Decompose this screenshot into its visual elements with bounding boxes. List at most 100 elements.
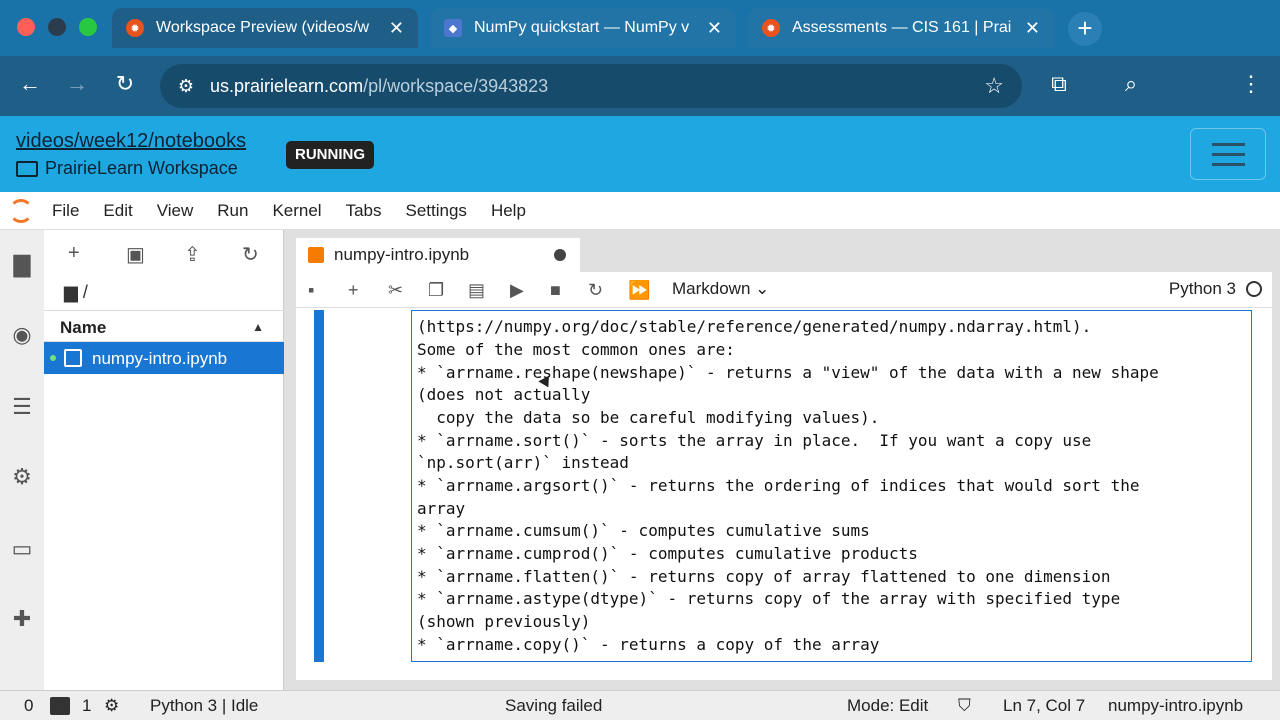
folder-icon[interactable]: ▇ <box>10 252 34 277</box>
back-icon[interactable]: ← <box>15 71 45 97</box>
numpy-favicon-icon: ◆ <box>444 19 462 37</box>
address-bar[interactable]: ⚙ us.prairielearn.com/pl/workspace/39438… <box>160 64 1022 108</box>
maximize-window-button[interactable] <box>79 18 97 36</box>
reload-icon[interactable]: ↻ <box>110 71 140 97</box>
cut-icon[interactable]: ✂ <box>388 280 403 301</box>
running-indicator <box>50 355 56 361</box>
insert-cell-icon[interactable]: + <box>348 280 359 301</box>
close-tab-icon[interactable]: ✕ <box>389 18 404 39</box>
bookmark-star-icon[interactable]: ☆ <box>984 73 1004 99</box>
status-badge: RUNNING <box>286 141 374 169</box>
run-all-icon[interactable]: ⏩ <box>628 280 650 301</box>
code-line: * `arrname.astype(dtype)` - returns copy… <box>417 589 1121 608</box>
code-line: * `arrname.copy()` - returns a copy of t… <box>417 635 880 654</box>
menu-help[interactable]: Help <box>491 201 526 221</box>
save-icon[interactable]: ▪ <box>308 280 314 301</box>
new-folder-icon[interactable]: ▣ <box>126 242 145 267</box>
tabs-panel-icon[interactable]: ▭ <box>10 536 34 561</box>
code-line: * `arrname.argsort()` - returns the orde… <box>417 476 1140 495</box>
forward-icon[interactable]: → <box>62 71 92 97</box>
menu-edit[interactable]: Edit <box>103 201 132 221</box>
chevron-down-icon: ⌄ <box>755 279 770 298</box>
refresh-icon[interactable]: ↻ <box>242 242 259 267</box>
hamburger-menu-button[interactable] <box>1190 128 1266 180</box>
running-kernels-icon[interactable]: ◉ <box>10 322 34 347</box>
terminal-icon <box>50 697 70 715</box>
new-tab-button[interactable]: + <box>1068 12 1102 46</box>
browser-menu-icon[interactable]: ⋮ <box>1236 71 1266 97</box>
menu-settings[interactable]: Settings <box>406 201 467 221</box>
kernel-status-icon <box>1246 281 1262 297</box>
extensions-puzzle-icon[interactable]: ✚ <box>10 606 34 631</box>
name-column-header[interactable]: Name <box>60 318 106 338</box>
cast-search-icon[interactable]: ⌕ <box>1116 71 1146 97</box>
kernel-status[interactable]: Python 3 | Idle <box>150 696 258 716</box>
menu-file[interactable]: File <box>52 201 79 221</box>
site-settings-icon[interactable]: ⚙ <box>172 76 200 97</box>
new-launcher-icon[interactable]: + <box>68 242 80 265</box>
code-line: * `arrname.cumsum()` - computes cumulati… <box>417 521 870 540</box>
terminal-count[interactable]: 0 <box>24 696 33 716</box>
activity-sidebar: ▇ ◉ ☰ ⚙ ▭ ✚ <box>0 230 44 690</box>
breadcrumb[interactable]: ▆ / <box>64 282 88 303</box>
stop-icon[interactable]: ■ <box>550 280 561 301</box>
workspace-subtitle-text: PrairieLearn Workspace <box>45 158 238 178</box>
cursor-position[interactable]: Ln 7, Col 7 <box>1003 696 1085 716</box>
extensions-icon[interactable]: ⧉ <box>1044 71 1074 97</box>
cell-type-select[interactable]: Markdown ⌄ <box>672 279 769 299</box>
workspace-breadcrumb[interactable]: videos/week12/notebooks <box>16 130 246 153</box>
prairielearn-favicon-icon: ✹ <box>126 19 144 37</box>
property-inspector-icon[interactable]: ⚙ <box>10 464 34 489</box>
prairielearn-header: videos/week12/notebooks PrairieLearn Wor… <box>0 116 1280 192</box>
notebook-toolbar: ▪ + ✂ ❐ ▤ ▶ ■ ↻ ⏩ Markdown ⌄ Python 3 <box>296 272 1272 308</box>
file-browser: + ▣ ⇪ ↻ ▆ / Name ▲ numpy-intro.ipynb <box>44 230 284 690</box>
close-window-button[interactable] <box>17 18 35 36</box>
copy-icon[interactable]: ❐ <box>428 280 444 301</box>
run-icon[interactable]: ▶ <box>510 280 524 301</box>
browser-tab-strip: ✹ Workspace Preview (videos/w ✕ ◆ NumPy … <box>0 0 1280 56</box>
workspace-subtitle: PrairieLearn Workspace <box>16 158 238 179</box>
tab-notebook[interactable]: numpy-intro.ipynb <box>296 238 580 272</box>
markdown-cell-editor[interactable]: (https://numpy.org/doc/stable/reference/… <box>411 310 1252 662</box>
table-of-contents-icon[interactable]: ☰ <box>10 394 34 419</box>
close-tab-icon[interactable]: ✕ <box>1025 18 1040 39</box>
file-list-header[interactable]: Name ▲ <box>44 310 284 342</box>
menu-kernel[interactable]: Kernel <box>272 201 321 221</box>
code-line: (https://numpy.org/doc/stable/reference/… <box>417 317 1092 336</box>
list-item[interactable]: numpy-intro.ipynb <box>44 342 284 374</box>
jupyter-logo-icon <box>9 198 33 223</box>
workspace-icon <box>16 160 38 177</box>
tab-title: Workspace Preview (videos/w <box>156 19 370 36</box>
tab-title: Assessments — CIS 161 | Prai <box>792 19 1012 36</box>
upload-icon[interactable]: ⇪ <box>184 242 201 267</box>
current-file: numpy-intro.ipynb <box>1108 696 1244 715</box>
menu-view[interactable]: View <box>157 201 194 221</box>
sort-caret-icon: ▲ <box>252 320 264 334</box>
close-tab-icon[interactable]: ✕ <box>707 18 722 39</box>
browser-tab-numpy[interactable]: ◆ NumPy quickstart — NumPy v ✕ <box>430 8 736 48</box>
menu-tabs[interactable]: Tabs <box>346 201 382 221</box>
code-line: * `arrname.reshape(newshape)` - returns … <box>417 363 1159 382</box>
kernel-indicator[interactable]: Python 3 <box>1169 279 1262 299</box>
code-line: * `arrname.cumprod()` - computes cumulat… <box>417 544 918 563</box>
code-line: Some of the most common ones are: <box>417 340 735 359</box>
browser-tab-assessments[interactable]: ✹ Assessments — CIS 161 | Prai ✕ <box>748 8 1054 48</box>
code-line: array <box>417 499 466 518</box>
code-line: * `arrname.sort()` - sorts the array in … <box>417 431 1092 450</box>
restart-icon[interactable]: ↻ <box>588 280 603 301</box>
prairielearn-favicon-icon: ✹ <box>762 19 780 37</box>
minimize-window-button[interactable] <box>48 18 66 36</box>
kernel-count[interactable]: 1 <box>82 696 91 716</box>
code-line: (does not actually <box>417 385 591 404</box>
browser-tab-workspace[interactable]: ✹ Workspace Preview (videos/w ✕ <box>112 8 418 48</box>
tab-label: numpy-intro.ipynb <box>334 245 470 264</box>
jupyter-menubar: File Edit View Run Kernel Tabs Settings … <box>0 192 1280 230</box>
kernel-gear-icon: ⚙ <box>104 696 120 715</box>
unsaved-dot-icon[interactable] <box>554 249 566 261</box>
paste-icon[interactable]: ▤ <box>468 280 485 301</box>
menu-run[interactable]: Run <box>217 201 248 221</box>
edit-mode[interactable]: Mode: Edit <box>847 696 928 716</box>
shield-icon: ⛉ <box>958 696 971 715</box>
code-line: copy the data so be careful modifying va… <box>417 408 880 427</box>
tab-title: NumPy quickstart — NumPy v <box>474 19 690 36</box>
